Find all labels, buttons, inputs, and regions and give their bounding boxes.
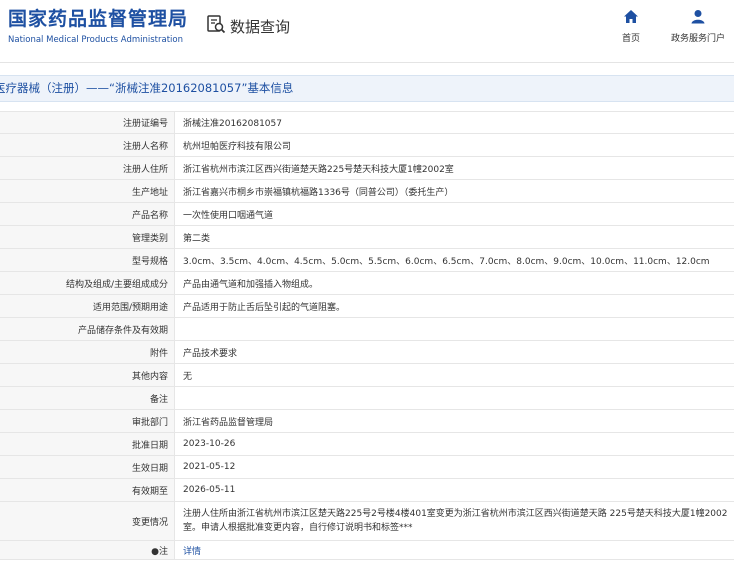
details-link[interactable]: 详情 bbox=[183, 544, 201, 557]
field-label: 附件 bbox=[0, 341, 175, 363]
field-value: 浙江省药品监督管理局 bbox=[183, 417, 274, 428]
table-row: 其他内容 无 bbox=[0, 364, 734, 387]
field-label: 结构及组成/主要组成成分 bbox=[0, 272, 175, 294]
field-value: 无 bbox=[183, 371, 193, 382]
field-value: 2023-10-26 bbox=[183, 439, 236, 449]
table-row: 附件 产品技术要求 bbox=[0, 341, 734, 364]
field-label: 备注 bbox=[0, 387, 175, 409]
field-value: 详情 bbox=[175, 541, 734, 559]
table-row: 批准日期 2023-10-26 bbox=[0, 433, 734, 456]
field-label: 注册人住所 bbox=[0, 157, 175, 179]
table-row: 注册证编号 浙械注准20162081057 bbox=[0, 111, 734, 134]
table-row: 管理类别 第二类 bbox=[0, 226, 734, 249]
field-value bbox=[175, 318, 734, 340]
field-value bbox=[175, 387, 734, 409]
field-value: 产品由通气道和加强插入物组成。 bbox=[183, 279, 319, 290]
table-row: 生产地址 浙江省嘉兴市桐乡市崇福镇杭福路1336号（同普公司）（委托生产） bbox=[0, 180, 734, 203]
field-value: 第二类 bbox=[183, 233, 211, 244]
record-title: 医疗器械（注册）——“浙械注准20162081057”基本信息 bbox=[0, 81, 294, 95]
data-query-heading: 数据查询 bbox=[206, 14, 290, 38]
detail-table: 注册证编号 浙械注准20162081057 注册人名称 杭州坦帕医疗科技有限公司… bbox=[0, 111, 734, 560]
field-label: 注册人名称 bbox=[0, 134, 175, 156]
table-row: ●注 详情 bbox=[0, 541, 734, 560]
field-label: 适用范围/预期用途 bbox=[0, 295, 175, 317]
data-query-title: 数据查询 bbox=[230, 17, 291, 36]
field-value: 浙械注准20162081057 bbox=[183, 119, 282, 129]
field-label: 批准日期 bbox=[0, 433, 175, 455]
field-value: 杭州坦帕医疗科技有限公司 bbox=[183, 141, 292, 152]
brand-name-cn: 国家药品监督管理局 bbox=[8, 8, 189, 30]
header-divider bbox=[0, 62, 734, 63]
field-value: 一次性使用口咽通气道 bbox=[183, 210, 274, 221]
table-row: 型号规格 3.0cm、3.5cm、4.0cm、4.5cm、5.0cm、5.5cm… bbox=[0, 249, 734, 272]
field-value: 产品适用于防止舌后坠引起的气道阻塞。 bbox=[183, 302, 346, 313]
table-row: 变更情况 注册人住所由浙江省杭州市滨江区楚天路225号2号楼4楼401室变更为浙… bbox=[0, 502, 734, 541]
field-value: 3.0cm、3.5cm、4.0cm、4.5cm、5.0cm、5.5cm、6.0c… bbox=[183, 256, 710, 267]
site-logo[interactable]: 国家药品监督管理局 National Medical Products Admi… bbox=[8, 8, 188, 45]
field-value: 浙江省杭州市滨江区西兴街道楚天路225号楚天科技大厦1幢2002室 bbox=[183, 164, 454, 175]
field-label: 产品名称 bbox=[0, 203, 175, 225]
table-row: 注册人住所 浙江省杭州市滨江区西兴街道楚天路225号楚天科技大厦1幢2002室 bbox=[0, 157, 734, 180]
table-row: 有效期至 2026-05-11 bbox=[0, 479, 734, 502]
site-header: 国家药品监督管理局 National Medical Products Admi… bbox=[0, 0, 734, 60]
field-label: 型号规格 bbox=[0, 249, 175, 271]
brand-name-en: National Medical Products Administration bbox=[8, 35, 183, 45]
table-row: 备注 bbox=[0, 387, 734, 410]
table-row: 生效日期 2021-05-12 bbox=[0, 456, 734, 479]
field-label: 生产地址 bbox=[0, 180, 175, 202]
field-label: 管理类别 bbox=[0, 226, 175, 248]
field-value: 浙江省嘉兴市桐乡市崇福镇杭福路1336号（同普公司）（委托生产） bbox=[183, 187, 454, 198]
field-label: ●注 bbox=[0, 541, 175, 559]
field-label: 产品储存条件及有效期 bbox=[0, 318, 175, 340]
field-label: 注册证编号 bbox=[0, 112, 175, 133]
table-row: 注册人名称 杭州坦帕医疗科技有限公司 bbox=[0, 134, 734, 157]
field-label: 其他内容 bbox=[0, 364, 175, 386]
field-label: 生效日期 bbox=[0, 456, 175, 478]
nav-service-label: 政务服务门户 bbox=[670, 34, 725, 44]
user-icon bbox=[690, 9, 706, 28]
home-icon bbox=[623, 9, 639, 28]
record-title-bar: 医疗器械（注册）——“浙械注准20162081057”基本信息 bbox=[0, 75, 734, 102]
nav-service-portal[interactable]: 政务服务门户 bbox=[658, 9, 734, 44]
field-label: 审批部门 bbox=[0, 410, 175, 432]
table-row: 产品储存条件及有效期 bbox=[0, 318, 734, 341]
table-row: 审批部门 浙江省药品监督管理局 bbox=[0, 410, 734, 433]
data-query-icon bbox=[206, 14, 226, 38]
table-row: 结构及组成/主要组成成分 产品由通气道和加强插入物组成。 bbox=[0, 272, 734, 295]
table-row: 产品名称 一次性使用口咽通气道 bbox=[0, 203, 734, 226]
field-value: 产品技术要求 bbox=[183, 348, 238, 359]
field-label: 变更情况 bbox=[0, 502, 175, 540]
field-label: 有效期至 bbox=[0, 479, 175, 501]
field-value: 2026-05-11 bbox=[183, 485, 236, 495]
table-row: 适用范围/预期用途 产品适用于防止舌后坠引起的气道阻塞。 bbox=[0, 295, 734, 318]
field-value: 2021-05-12 bbox=[183, 462, 236, 472]
field-value: 注册人住所由浙江省杭州市滨江区楚天路225号2号楼4楼401室变更为浙江省杭州市… bbox=[183, 509, 728, 533]
